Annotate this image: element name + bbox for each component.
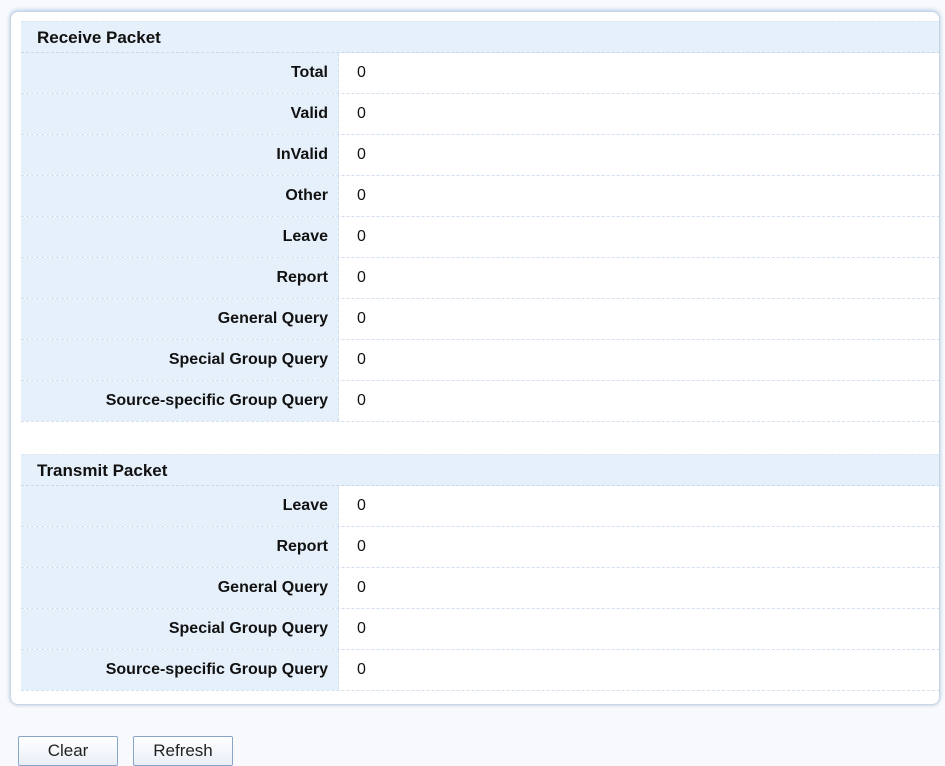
- receive-packet-section: Receive Packet Total 0 Valid 0 InValid 0…: [21, 21, 939, 422]
- table-row: Other 0: [21, 176, 939, 217]
- table-row: General Query 0: [21, 568, 939, 609]
- receive-total-label: Total: [21, 53, 339, 93]
- receive-general-query-label: General Query: [21, 299, 339, 339]
- transmit-source-specific-group-query-value: 0: [339, 650, 939, 690]
- receive-special-group-query-value: 0: [339, 340, 939, 380]
- transmit-packet-section: Transmit Packet Leave 0 Report 0 General…: [21, 454, 939, 691]
- transmit-general-query-label: General Query: [21, 568, 339, 608]
- action-buttons: Clear Refresh: [18, 736, 233, 766]
- table-row: Report 0: [21, 258, 939, 299]
- receive-other-value: 0: [339, 176, 939, 216]
- transmit-report-value: 0: [339, 527, 939, 567]
- receive-leave-value: 0: [339, 217, 939, 257]
- table-row: Source-specific Group Query 0: [21, 650, 939, 691]
- receive-special-group-query-label: Special Group Query: [21, 340, 339, 380]
- receive-packet-title: Receive Packet: [21, 21, 939, 53]
- receive-report-label: Report: [21, 258, 339, 298]
- transmit-report-label: Report: [21, 527, 339, 567]
- receive-general-query-value: 0: [339, 299, 939, 339]
- table-row: Valid 0: [21, 94, 939, 135]
- table-row: Special Group Query 0: [21, 609, 939, 650]
- receive-invalid-value: 0: [339, 135, 939, 175]
- transmit-leave-value: 0: [339, 486, 939, 526]
- clear-button[interactable]: Clear: [18, 736, 118, 766]
- receive-leave-label: Leave: [21, 217, 339, 257]
- transmit-source-specific-group-query-label: Source-specific Group Query: [21, 650, 339, 690]
- receive-source-specific-group-query-label: Source-specific Group Query: [21, 381, 339, 421]
- transmit-special-group-query-label: Special Group Query: [21, 609, 339, 649]
- table-row: Special Group Query 0: [21, 340, 939, 381]
- table-row: Leave 0: [21, 217, 939, 258]
- receive-valid-value: 0: [339, 94, 939, 134]
- transmit-packet-title: Transmit Packet: [21, 454, 939, 486]
- receive-total-value: 0: [339, 53, 939, 93]
- transmit-special-group-query-value: 0: [339, 609, 939, 649]
- receive-valid-label: Valid: [21, 94, 339, 134]
- transmit-general-query-value: 0: [339, 568, 939, 608]
- refresh-button[interactable]: Refresh: [133, 736, 233, 766]
- receive-report-value: 0: [339, 258, 939, 298]
- receive-invalid-label: InValid: [21, 135, 339, 175]
- transmit-leave-label: Leave: [21, 486, 339, 526]
- table-row: InValid 0: [21, 135, 939, 176]
- receive-other-label: Other: [21, 176, 339, 216]
- receive-source-specific-group-query-value: 0: [339, 381, 939, 421]
- table-row: Source-specific Group Query 0: [21, 381, 939, 422]
- table-row: Report 0: [21, 527, 939, 568]
- table-row: Total 0: [21, 53, 939, 94]
- table-row: Leave 0: [21, 486, 939, 527]
- statistics-panel: Receive Packet Total 0 Valid 0 InValid 0…: [10, 11, 940, 705]
- table-row: General Query 0: [21, 299, 939, 340]
